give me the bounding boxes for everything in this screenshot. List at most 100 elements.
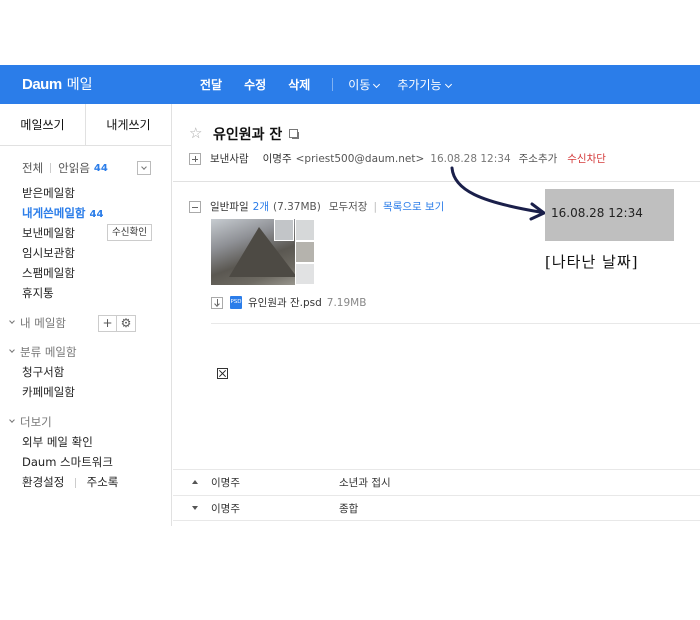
divider [50,163,52,173]
divider [74,477,76,488]
logo-mark: Daum [22,75,62,93]
attachment-thumbnail[interactable] [211,219,315,285]
daum-mail-logo[interactable]: Daum 메일 [22,74,92,94]
attachment-divider [211,323,700,324]
sender-email: <priest500@daum.net> [295,152,425,165]
sidebar-item-drafts[interactable]: 임시보관함 [22,243,171,263]
my-mailbox-group[interactable]: 내 메일함 + ⚙ [9,313,171,333]
sidebar-item-sent[interactable]: 보낸메일함 수신확인 [22,223,171,243]
settings-link[interactable]: 환경설정 [22,475,64,489]
more-label: 더보기 [20,415,52,429]
forward-button[interactable]: 전달 [200,76,222,93]
category-mailbox-group[interactable]: 분류 메일함 [9,342,171,362]
toolbar-divider [332,78,334,91]
header-divider [173,181,700,182]
sidebar-item-label: 카페메일함 [22,385,75,399]
block-sender-link[interactable]: 수신차단 [567,151,606,166]
thumbnail-tile [295,263,315,285]
sidebar-item-label: 청구서함 [22,365,65,379]
sidebar-item-trash[interactable]: 휴지통 [22,283,171,303]
arrow-up-icon [192,480,198,484]
expand-toggle[interactable] [137,161,151,175]
attachment-file-name[interactable]: 유인원과 잔.psd [248,295,322,310]
attachment-total-size: (7.37MB) [272,200,321,213]
mail-view: ☆ 유인원과 잔 보낸사람 이명주 <priest500@daum.net> 1… [173,104,700,526]
top-navigation-bar: Daum 메일 전달 수정 삭제 이동 추가기능 [0,65,700,104]
filter-row: 전체 안읽음 44 [22,160,171,176]
add-mailbox-icon[interactable]: + [99,315,117,331]
logo-text: 메일 [66,77,93,93]
more-features-dropdown[interactable]: 추가기능 [397,76,452,93]
broken-image-icon [217,368,228,379]
separator: | [373,200,378,213]
list-view-link[interactable]: 목록으로 보기 [383,199,444,214]
gear-icon[interactable]: ⚙ [117,316,135,331]
all-mail-link[interactable]: 전체 [22,160,43,176]
sidebar-item-label: 휴지통 [22,286,54,300]
chevron-down-icon [9,318,15,324]
mailbox-tools: + ⚙ [97,314,136,332]
expand-plus-icon[interactable] [189,152,201,165]
thumbnail-tile [274,219,294,241]
sidebar-item-inbox[interactable]: 받은메일함 [22,183,171,203]
nav-subject: 소년과 접시 [339,477,391,489]
copy-icon[interactable] [289,129,299,139]
chevron-down-icon [373,80,381,89]
chevron-down-icon [9,347,15,353]
thumbnail-tile [295,241,315,263]
move-dropdown-label: 이동 [348,78,371,92]
next-mail-row[interactable]: 이명주 종합 [173,495,700,521]
attachment-file-size: 7.19MB [326,296,367,309]
sidebar-item-sent-to-self[interactable]: 내게쓴메일함 44 [22,203,171,223]
sidebar-item-spam[interactable]: 스팸메일함 [22,263,171,283]
sidebar-item-label: 받은메일함 [22,186,75,200]
annotation-note: [나타난 날짜] [545,253,639,271]
read-receipt-button[interactable]: 수신확인 [107,224,152,241]
prev-next-list: 이명주 소년과 접시 이명주 종합 [173,469,700,521]
star-icon[interactable]: ☆ [189,124,202,142]
sidebar-item-label: 보낸메일함 [22,226,75,240]
mailbox-list: 전체 안읽음 44 받은메일함 내게쓴메일함 44 보낸메일함 수신확인 임시보관함… [0,146,171,492]
compose-row: 메일쓰기 내게쓰기 [0,104,171,146]
sidebar-item-cafe[interactable]: 카페메일함 [22,382,171,402]
nav-subject: 종합 [339,502,359,515]
move-dropdown[interactable]: 이동 [348,76,381,93]
collapse-minus-icon[interactable] [189,200,201,213]
compose-to-self-button[interactable]: 내게쓰기 [86,104,171,145]
download-icon[interactable] [211,296,223,309]
sidebar-item-label: Daum 스마트워크 [22,455,113,469]
mail-subject: 유인원과 잔 [213,127,283,143]
chevron-down-icon [141,164,147,170]
arrow-down-icon [192,506,198,510]
sender-name[interactable]: 이명주 [263,151,292,166]
unread-link[interactable]: 안읽음 [58,160,90,176]
sidebar-item-label: 스팸메일함 [22,266,75,280]
sidebar-item-external-mail[interactable]: 외부 메일 확인 [22,432,171,452]
attachment-file-row: PSD 유인원과 잔.psd 7.19MB [211,295,366,310]
edit-button[interactable]: 수정 [244,76,266,93]
save-all-link[interactable]: 모두저장 [329,199,368,214]
more-features-label: 추가기능 [397,78,442,92]
date-highlight-box: 16.08.28 12:34 [545,189,674,241]
sidebar-item-label: 임시보관함 [22,246,75,260]
chevron-down-icon [9,417,15,423]
thumbnail-tile [295,219,315,241]
attachment-label: 일반파일 [210,201,249,213]
sidebar-item-label: 내게쓴메일함 [22,206,86,220]
prev-mail-row[interactable]: 이명주 소년과 접시 [173,469,700,495]
sidebar: 메일쓰기 내게쓰기 전체 안읽음 44 받은메일함 내게쓴메일함 44 보낸메일함… [0,104,172,526]
sender-label: 보낸사람 [210,153,249,165]
category-mailbox-label: 분류 메일함 [20,345,77,359]
settings-row: 환경설정 주소록 [22,472,171,492]
address-book-link[interactable]: 주소록 [87,475,119,489]
chevron-down-icon [444,80,452,89]
compose-button[interactable]: 메일쓰기 [0,104,86,145]
attachment-header: 일반파일 2개 (7.37MB) 모두저장 | 목록으로 보기 [189,199,444,214]
delete-button[interactable]: 삭제 [288,76,310,93]
mail-toolbar: 전달 수정 삭제 이동 추가기능 [200,76,469,93]
attachment-count: 2개 [252,201,269,213]
sidebar-item-bills[interactable]: 청구서함 [22,362,171,382]
sidebar-item-smartwork[interactable]: Daum 스마트워크 [22,452,171,472]
psd-file-icon: PSD [230,296,242,309]
more-group[interactable]: 더보기 [9,412,171,432]
